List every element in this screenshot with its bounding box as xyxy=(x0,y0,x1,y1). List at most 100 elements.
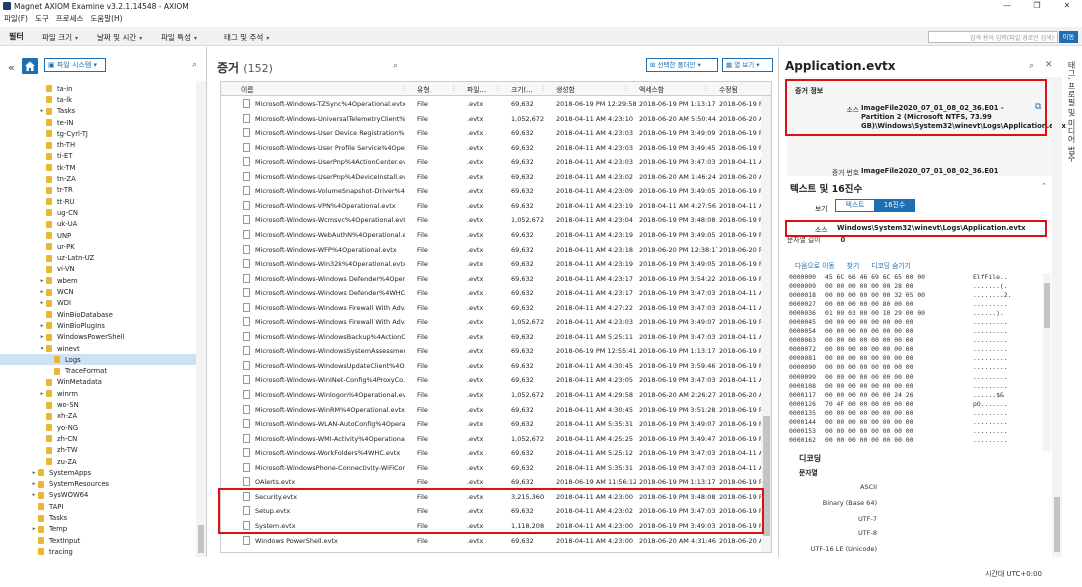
encoding-base64[interactable]: Binary (Base 64) xyxy=(787,499,877,507)
expand-arrow-icon[interactable]: ▸ xyxy=(38,391,46,397)
table-row[interactable]: Microsoft-Windows-Wcmsvc%4Operational.ev… xyxy=(221,213,761,228)
table-row[interactable]: Microsoft-Windows-User Device Registrati… xyxy=(221,126,761,141)
column-menu-icon[interactable]: ⋮ xyxy=(703,85,709,92)
column-menu-icon[interactable]: ⋮ xyxy=(623,85,629,92)
tree-item[interactable]: uz-Latn-UZ xyxy=(0,253,196,264)
table-row[interactable]: Microsoft-Windows-Windows Defender%4WHC.… xyxy=(221,286,761,301)
table-row[interactable]: Microsoft-Windows-WebAuthN%4Operational.… xyxy=(221,228,761,243)
tree-scrollbar-thumb[interactable] xyxy=(198,525,204,553)
close-icon[interactable]: ✕ xyxy=(1045,60,1053,70)
column-header[interactable]: 수정됨 xyxy=(719,84,738,94)
tree-item[interactable]: ▸ wbem xyxy=(0,275,196,286)
tree-item[interactable]: ▸ SystemApps xyxy=(0,467,196,478)
expand-arrow-icon[interactable]: ▸ xyxy=(38,278,46,284)
tree-item[interactable]: tk-TM xyxy=(0,162,196,173)
tree-item[interactable]: uk-UA xyxy=(0,219,196,230)
table-row[interactable]: Microsoft-Windows-WinINet-Config%4ProxyC… xyxy=(221,373,761,388)
tree-item[interactable]: TextInput xyxy=(0,535,196,546)
search-icon[interactable]: ⌕ xyxy=(1029,61,1034,71)
table-scrollbar[interactable] xyxy=(761,96,771,552)
column-header[interactable]: 파일... xyxy=(467,84,486,94)
selected-folder-only-button[interactable]: ⊞ 선택한 폴더만 ▾ xyxy=(646,58,718,72)
tree-item[interactable]: vi-VN xyxy=(0,264,196,275)
table-row[interactable]: Microsoft-Windows-User Profile Service%4… xyxy=(221,141,761,156)
table-row[interactable]: Microsoft-Windows-WMI-Activity%4Operatio… xyxy=(221,432,761,447)
tree-item[interactable]: TraceFormat xyxy=(0,366,196,377)
column-view-button[interactable]: ▦ 열 보기 ▾ xyxy=(722,58,773,72)
expand-arrow-icon[interactable]: ▸ xyxy=(30,470,38,476)
hide-decoding-link[interactable]: 디코딩 숨기기 xyxy=(871,260,911,270)
detail-scrollbar-thumb[interactable] xyxy=(1054,497,1060,552)
tree-item[interactable]: ug-CN xyxy=(0,207,196,218)
table-row[interactable]: Windows PowerShell.evtx File .evtx 69,632 20… xyxy=(221,534,761,549)
tree-item[interactable]: tn-ZA xyxy=(0,173,196,184)
filter-file-attributes[interactable]: 파일 특성 ▾ xyxy=(161,32,197,43)
tree-item[interactable]: ta-lk xyxy=(0,94,196,105)
tree-item[interactable]: wo-SN xyxy=(0,399,196,410)
table-row[interactable]: Microsoft-WindowsPhone-Connectivity-WiFi… xyxy=(221,461,761,476)
menu-process[interactable]: 프로세스 xyxy=(56,13,84,24)
expand-arrow-icon[interactable]: ▸ xyxy=(38,289,46,295)
tree-item[interactable]: ▸ Temp xyxy=(0,524,196,535)
menu-help[interactable]: 도움말(H) xyxy=(90,13,122,24)
hex-tab[interactable]: 16진수 xyxy=(874,199,915,212)
table-row[interactable]: Microsoft-Windows-WorkFolders%4WHC.evtx F… xyxy=(221,446,761,461)
tree-item[interactable]: ▸ WindowsPowerShell xyxy=(0,332,196,343)
side-tab-tags-profiles[interactable]: 태그, 프로필 및 미디어 범주 xyxy=(1064,47,1082,247)
encoding-utf16le[interactable]: UTF-16 LE (Unicode) xyxy=(787,545,877,553)
column-header[interactable]: 액세스함 xyxy=(639,84,664,94)
table-row[interactable]: System.evtx File .evtx 1,118,208 2018-04-11 … xyxy=(221,519,761,534)
table-scrollbar-thumb[interactable] xyxy=(763,416,770,536)
tree-item[interactable]: xh-ZA xyxy=(0,411,196,422)
tree-item[interactable]: ▸ SysWOW64 xyxy=(0,490,196,501)
column-header[interactable]: 이름 xyxy=(241,84,254,94)
table-row[interactable]: OAlerts.evtx File .evtx 69,632 2018-06-19 AM… xyxy=(221,475,761,490)
table-row[interactable]: Microsoft-Windows-WLAN-AutoConfig%4Opera… xyxy=(221,417,761,432)
expand-arrow-icon[interactable]: ▸ xyxy=(38,300,46,306)
find-link[interactable]: 찾기 xyxy=(847,260,860,270)
tree-item[interactable]: TAPI xyxy=(0,501,196,512)
table-row[interactable]: Microsoft-Windows-WFP%4Operational.evtx F… xyxy=(221,243,761,258)
column-menu-icon[interactable]: ⋮ xyxy=(451,85,457,92)
maximize-button[interactable]: ❐ xyxy=(1022,0,1052,12)
column-header[interactable]: 유형 xyxy=(417,84,430,94)
table-row[interactable]: Security.evtx File .evtx 3,215,360 2018-04-1… xyxy=(221,490,761,505)
table-row[interactable]: Microsoft-Windows-UniversalTelemetryClie… xyxy=(221,112,761,127)
encoding-utf7[interactable]: UTF-7 xyxy=(787,515,877,523)
hex-scrollbar[interactable] xyxy=(1043,273,1051,451)
hex-scrollbar-thumb[interactable] xyxy=(1044,283,1050,328)
hierarchy-icon[interactable]: ⧉ xyxy=(1035,102,1041,112)
collapse-left-icon[interactable]: « xyxy=(8,61,15,74)
table-row[interactable]: Microsoft-Windows-UserPnp%4ActionCenter.… xyxy=(221,155,761,170)
tree-item[interactable]: tr-TR xyxy=(0,185,196,196)
menu-file[interactable]: 파일(F) xyxy=(4,13,28,24)
expand-arrow-icon[interactable]: ▸ xyxy=(30,492,38,498)
tree-item[interactable]: zu-ZA xyxy=(0,456,196,467)
expand-arrow-icon[interactable]: ▸ xyxy=(38,334,46,340)
expand-arrow-icon[interactable]: ▸ xyxy=(30,526,38,532)
expand-arrow-icon[interactable]: ▸ xyxy=(38,108,46,114)
table-row[interactable]: Microsoft-Windows-WindowsSystemAssessmen… xyxy=(221,344,761,359)
collapse-icon[interactable]: ⌃ xyxy=(1041,182,1047,190)
tree-item[interactable]: zh-CN xyxy=(0,433,196,444)
tree-item[interactable]: WinMetadata xyxy=(0,377,196,388)
goto-link[interactable]: 다음으로 이동 xyxy=(795,260,835,270)
tree-item[interactable]: Tasks xyxy=(0,512,196,523)
table-row[interactable]: Microsoft-Windows-UserPnp%4DeviceInstall… xyxy=(221,170,761,185)
table-row[interactable]: Microsoft-Windows-WindowsBackup%4ActionC… xyxy=(221,330,761,345)
column-menu-icon[interactable]: ⋮ xyxy=(401,85,407,92)
search-input[interactable]: 검색 용어 입력(파일 경로만 검색) xyxy=(928,31,1058,43)
search-icon[interactable]: ⌕ xyxy=(393,61,398,71)
table-row[interactable]: Setup.evtx File .evtx 69,632 2018-04-11 AM 4… xyxy=(221,504,761,519)
menu-tools[interactable]: 도구 xyxy=(35,13,49,24)
detail-scrollbar[interactable] xyxy=(1052,77,1062,557)
expand-arrow-icon[interactable]: ▾ xyxy=(38,346,46,352)
tree-item[interactable]: ▸ WCN xyxy=(0,286,196,297)
tree-item[interactable]: UNP xyxy=(0,230,196,241)
table-row[interactable]: Microsoft-Windows-Winlogon%4Operational.… xyxy=(221,388,761,403)
table-row[interactable]: Microsoft-Windows-VPN%4Operational.evtx F… xyxy=(221,199,761,214)
tree-item[interactable]: WinBioDatabase xyxy=(0,309,196,320)
table-row[interactable]: Microsoft-Windows-TZSync%4Operational.ev… xyxy=(221,97,761,112)
tree-item[interactable]: Logs xyxy=(0,354,196,366)
tree-item[interactable]: te-IN xyxy=(0,117,196,128)
